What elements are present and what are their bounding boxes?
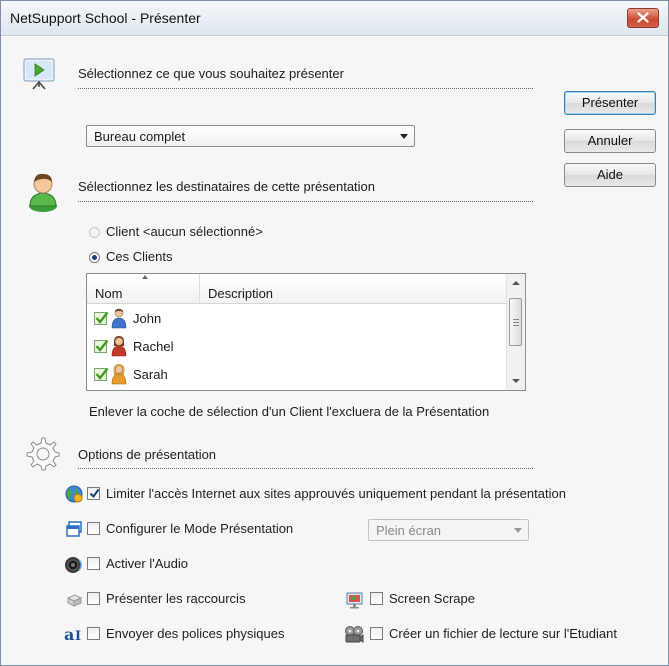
list-header: Nom Description [87, 274, 508, 304]
internet-globe-icon [65, 485, 83, 503]
speaker-icon [65, 557, 82, 573]
section-divider [78, 88, 533, 89]
chevron-down-icon [514, 528, 522, 533]
present-source-value: Bureau complet [94, 129, 186, 144]
section-divider [78, 201, 533, 202]
present-section-title: Sélectionnez ce que vous souhaitez prése… [78, 66, 344, 81]
screen-scrape-icon [346, 592, 363, 609]
present-mode-value: Plein écran [376, 523, 442, 538]
gear-icon [26, 437, 60, 471]
audio-checkbox[interactable] [87, 557, 100, 570]
checked-icon [94, 339, 109, 353]
client-radio[interactable] [89, 227, 100, 238]
svg-text:a: a [64, 625, 74, 643]
shortcuts-label: Présenter les raccourcis [106, 591, 246, 606]
limit-internet-checkbox[interactable] [87, 487, 100, 500]
uncheck-note: Enlever la coche de sélection d'un Clien… [89, 404, 490, 419]
these-clients-radio[interactable] [89, 252, 100, 263]
chevron-down-icon [400, 134, 408, 139]
present-mode-icon [66, 521, 82, 537]
client-avatar-icon [111, 308, 127, 329]
limit-internet-label: Limiter l'accès Internet aux sites appro… [106, 486, 566, 501]
client-avatar-icon [111, 364, 127, 385]
these-clients-radio-label: Ces Clients [106, 249, 173, 264]
cancel-button[interactable]: Annuler [564, 129, 656, 153]
user-icon [29, 173, 57, 212]
present-mode-select[interactable]: Plein écran [368, 519, 529, 541]
svg-text:I: I [75, 629, 81, 643]
dialog-body: Sélectionnez ce que vous souhaitez prése… [1, 36, 668, 665]
shortcuts-checkbox[interactable] [87, 592, 100, 605]
checked-icon [94, 311, 109, 325]
client-avatar-icon [111, 336, 127, 357]
list-scrollbar[interactable] [506, 274, 525, 390]
present-source-select[interactable]: Bureau complet [86, 125, 415, 147]
physical-fonts-label: Envoyer des polices physiques [106, 626, 285, 641]
present-mode-label: Configurer le Mode Présentation [106, 521, 294, 536]
client-name: John [133, 311, 162, 326]
physical-fonts-checkbox[interactable] [87, 627, 100, 640]
replay-file-label: Créer un fichier de lecture sur l'Etudia… [389, 626, 617, 641]
screen-scrape-checkbox[interactable] [370, 592, 383, 605]
scroll-up-icon[interactable] [512, 281, 520, 285]
help-button[interactable]: Aide [564, 163, 656, 187]
checked-icon [94, 367, 109, 381]
present-dialog: NetSupport School - Présenter Sélectionn… [0, 0, 669, 666]
close-icon [637, 12, 649, 23]
client-name: Sarah [133, 367, 168, 382]
options-section-title: Options de présentation [78, 447, 217, 462]
client-radio-label: Client <aucun sélectionné> [106, 224, 263, 239]
sort-ascending-icon [142, 275, 148, 279]
recipients-section-title: Sélectionnez les destinataires de cette … [78, 179, 376, 194]
film-reel-icon [345, 626, 364, 643]
font-icon: a I [64, 625, 81, 643]
scroll-down-icon[interactable] [512, 379, 520, 383]
audio-label: Activer l'Audio [106, 556, 188, 571]
screen-scrape-label: Screen Scrape [389, 591, 475, 606]
close-button[interactable] [627, 8, 659, 28]
presentation-screen-icon [23, 58, 55, 90]
list-item[interactable]: Rachel [87, 333, 508, 361]
present-mode-checkbox[interactable] [87, 522, 100, 535]
shortcut-icon [66, 594, 83, 607]
client-list[interactable]: Nom Description John Rachel Sarah [86, 273, 526, 391]
replay-file-checkbox[interactable] [370, 627, 383, 640]
window-title: NetSupport School - Présenter [10, 10, 201, 26]
list-item[interactable]: Sarah [87, 361, 508, 389]
scroll-thumb[interactable] [509, 298, 522, 346]
present-button[interactable]: Présenter [564, 91, 656, 115]
section-divider [78, 468, 533, 469]
column-header-description[interactable]: Description [200, 274, 508, 303]
title-bar[interactable]: NetSupport School - Présenter [1, 1, 668, 36]
column-header-name[interactable]: Nom [87, 274, 200, 303]
client-name: Rachel [133, 339, 174, 354]
list-item[interactable]: John [87, 305, 508, 333]
